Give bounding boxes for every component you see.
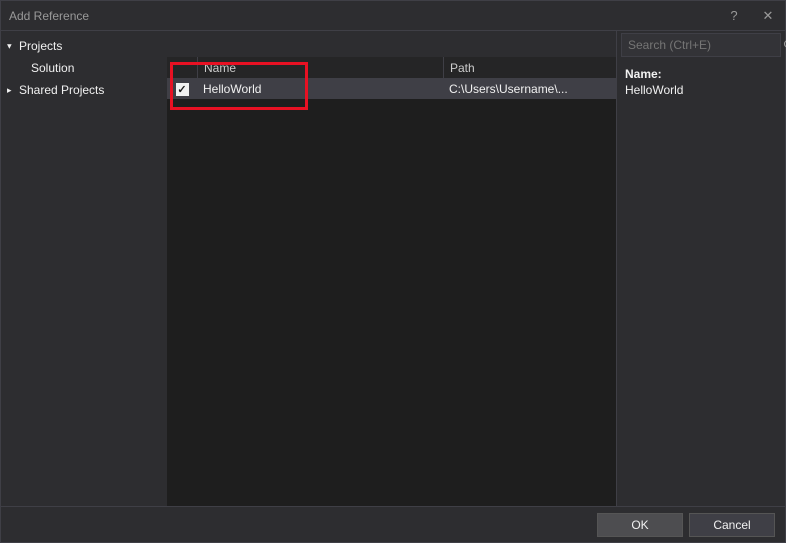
help-icon: ? (730, 8, 737, 23)
sidebar-item-label: Projects (19, 39, 62, 53)
sidebar-item-solution[interactable]: Solution (1, 57, 167, 79)
help-button[interactable]: ? (717, 3, 751, 29)
ok-button[interactable]: OK (597, 513, 683, 537)
column-headers: Name Path (167, 57, 616, 79)
chevron-right-icon (7, 85, 19, 96)
footer: OK Cancel (1, 506, 785, 542)
checkbox[interactable]: ✓ (176, 83, 189, 96)
sidebar-item-shared-projects[interactable]: Shared Projects (1, 79, 167, 101)
column-path[interactable]: Path (443, 57, 616, 78)
list-area: Name Path ✓ HelloWorld C:\Users\Username… (167, 31, 617, 506)
search-box[interactable]: ▾ (621, 33, 781, 57)
main-area: Name Path ✓ HelloWorld C:\Users\Username… (167, 31, 785, 506)
column-label: Name (204, 61, 236, 75)
detail-panel: ▾ Name: HelloWorld (617, 31, 785, 506)
window-title: Add Reference (9, 9, 717, 23)
row-path: C:\Users\Username\... (443, 82, 616, 96)
row-checkbox-cell: ✓ (167, 83, 197, 96)
table-row[interactable]: ✓ HelloWorld C:\Users\Username\... (167, 79, 616, 99)
sidebar-item-label: Shared Projects (19, 83, 104, 97)
spacer-row (167, 31, 616, 57)
row-name: HelloWorld (197, 82, 443, 96)
close-button[interactable]: ✕ (751, 3, 785, 29)
detail-body: Name: HelloWorld (617, 63, 785, 101)
column-label: Path (450, 61, 475, 75)
detail-name-value: HelloWorld (625, 83, 777, 97)
list-body: ✓ HelloWorld C:\Users\Username\... (167, 79, 616, 506)
cancel-button[interactable]: Cancel (689, 513, 775, 537)
close-icon: ✕ (763, 8, 774, 24)
sidebar: Projects Solution Shared Projects (1, 31, 167, 506)
column-check[interactable] (167, 57, 197, 78)
titlebar: Add Reference ? ✕ (1, 1, 785, 31)
sidebar-item-label: Solution (31, 61, 74, 75)
content: Projects Solution Shared Projects Name P… (1, 31, 785, 506)
chevron-down-icon (7, 41, 19, 52)
sidebar-item-projects[interactable]: Projects (1, 35, 167, 57)
search-input[interactable] (628, 38, 783, 52)
detail-name-label: Name: (625, 67, 777, 81)
column-name[interactable]: Name (197, 57, 443, 78)
